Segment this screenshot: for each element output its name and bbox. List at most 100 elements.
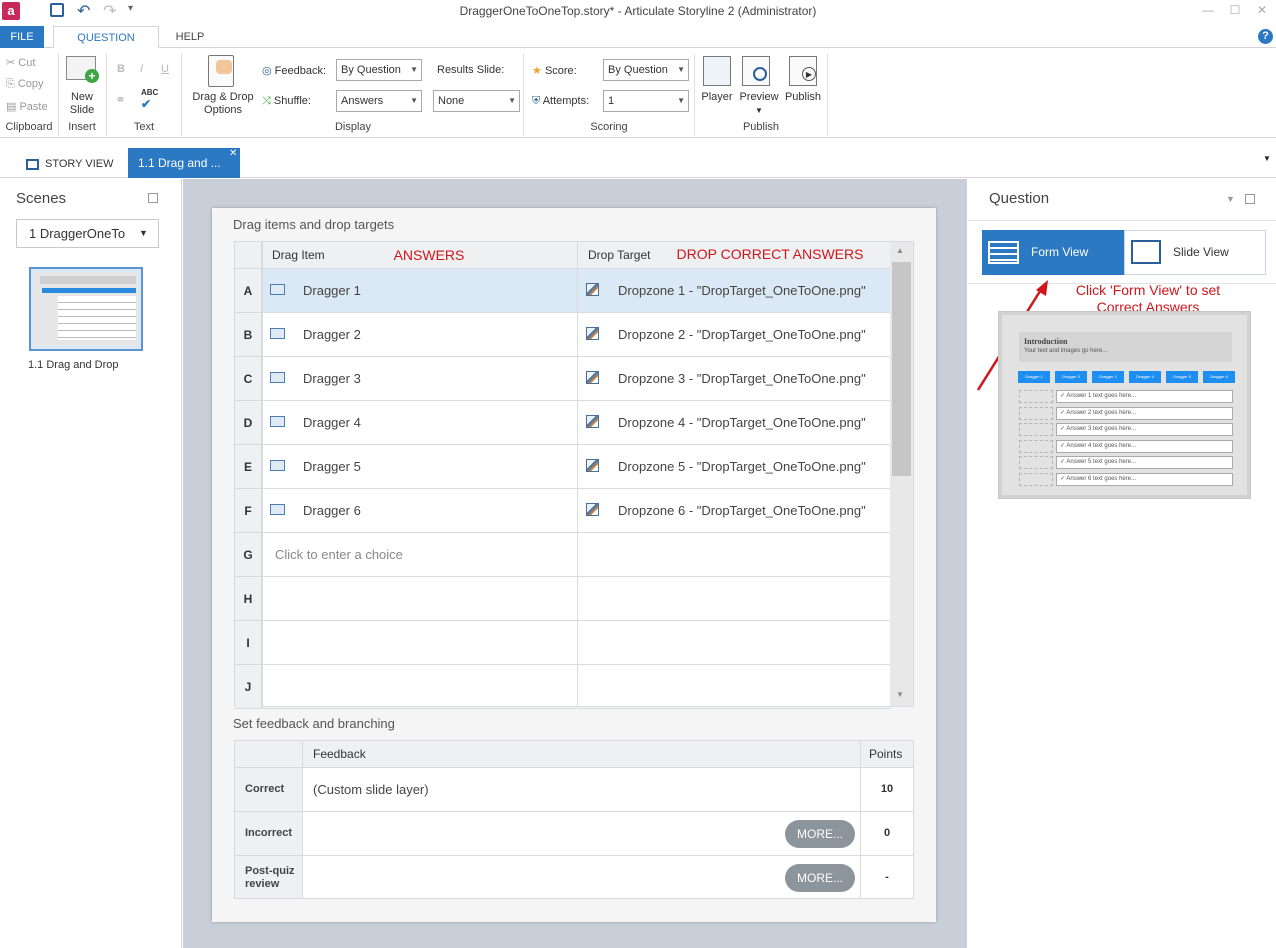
image-icon [586,459,599,472]
preview-icon[interactable] [742,56,770,86]
shuffle-select[interactable]: Answers ▼ [336,90,422,112]
drag-item-cell[interactable]: Dragger 4 [263,401,577,445]
drag-item-text: Dragger 1 [303,283,361,298]
scroll-down-icon[interactable]: ▼ [896,690,904,699]
feedback-select[interactable]: By Question ▼ [336,59,422,81]
drag-item-text: Dragger 3 [303,371,361,386]
annotation-line-1: Click 'Form View' to set [1075,282,1221,298]
player-icon[interactable] [703,56,731,86]
tab-story-view[interactable]: STORY VIEW [16,151,120,178]
scene-select[interactable]: 1 DraggerOneTo ▼ [16,219,159,248]
underline-button[interactable]: U [161,63,169,75]
drag-item-placeholder: Click to enter a choice [275,547,403,562]
drag-drop-options-icon[interactable] [208,55,234,87]
score-select[interactable]: By Question ▼ [603,59,689,81]
drop-target-cell[interactable] [578,577,891,621]
attempts-select[interactable]: 1 ▼ [603,90,689,112]
drop-target-cell[interactable]: Dropzone 6 - "DropTarget_OneToOne.png" [578,489,891,533]
preview-dragger: Dragger 6 [1203,371,1235,383]
scroll-thumb[interactable] [892,262,911,476]
feedback-cell[interactable]: (Custom slide layer) [313,782,429,797]
drag-item-cell[interactable]: Click to enter a choice [263,533,577,577]
drag-drop-options-button[interactable]: Drag & Drop Options [187,91,259,117]
drop-target-cell[interactable] [578,621,891,665]
new-slide-icon[interactable]: + [66,56,99,83]
preview-dragger: Dragger 1 [1018,371,1050,383]
help-icon[interactable]: ? [1258,29,1273,44]
drop-target-cell[interactable] [578,533,891,577]
drop-target-cell[interactable]: Dropzone 3 - "DropTarget_OneToOne.png" [578,357,891,401]
drag-item-cell[interactable]: Dragger 5 [263,445,577,489]
preview-answer-text: Answer 2 text goes here... [1066,409,1137,416]
drop-target-cell[interactable] [578,665,891,709]
player-button[interactable]: Player [698,91,736,104]
scroll-up-icon[interactable]: ▲ [896,246,904,255]
form-view-button[interactable]: Form View [982,230,1124,275]
drag-item-cell[interactable] [263,621,577,665]
drop-target-cell[interactable]: Dropzone 2 - "DropTarget_OneToOne.png" [578,313,891,357]
group-scoring-label: Scoring [590,121,628,133]
table-scrollbar[interactable]: ▲ ▼ [890,242,913,706]
drop-target-cell[interactable]: Dropzone 1 - "DropTarget_OneToOne.png" [578,269,891,313]
tab-help[interactable]: HELP [170,26,210,48]
group-publish-label: Publish [742,121,780,133]
italic-button[interactable]: I [140,63,143,75]
spell-label: ABC [141,88,159,97]
bold-button[interactable]: B [117,63,125,75]
feedback-label: ◎ Feedback: [262,65,327,77]
tab-question[interactable]: QUESTION [53,26,159,48]
drop-target-cell[interactable]: Dropzone 5 - "DropTarget_OneToOne.png" [578,445,891,489]
publish-icon[interactable]: ▶ [789,56,817,86]
new-slide-button[interactable]: New Slide [62,91,102,117]
drag-object-icon [270,328,285,339]
points-value[interactable]: 10 [861,783,913,795]
panel-menu-icon[interactable]: ▼ [1226,194,1235,204]
paste-button[interactable]: ▤ Paste [6,100,48,113]
preview-answer-text: Answer 1 text goes here... [1066,393,1137,399]
drag-item-cell[interactable]: Dragger 2 [263,313,577,357]
restore-panel-icon[interactable] [1245,194,1255,204]
drop-target-cell[interactable]: Dropzone 4 - "DropTarget_OneToOne.png" [578,401,891,445]
slide-view-button[interactable]: Slide View [1124,230,1266,275]
publish-button[interactable]: Publish [782,91,824,104]
drag-object-icon [270,416,285,427]
drop-target-text: Dropzone 4 - "DropTarget_OneToOne.png" [618,415,866,430]
drag-item-cell[interactable]: Dragger 1 [263,269,577,313]
drop-answers-annotation: DROP CORRECT ANSWERS [676,246,864,262]
more-button[interactable]: MORE... [785,864,855,892]
preview-slide: Introduction Your text and images go her… [1002,315,1247,495]
results-slide-select[interactable]: None ▼ [433,90,520,112]
slide-preview: Introduction Your text and images go her… [998,311,1251,499]
drop-target-text: Dropzone 2 - "DropTarget_OneToOne.png" [618,327,866,342]
drag-item-cell[interactable]: Dragger 3 [263,357,577,401]
preview-drop-zone [1019,439,1053,453]
drag-item-cell[interactable] [263,665,577,709]
row-label: H [235,577,262,621]
drag-item-cell[interactable]: Dragger 6 [263,489,577,533]
tab-file[interactable]: FILE [0,26,44,48]
row-label: F [235,489,262,533]
copy-button[interactable]: ⎘ Copy [6,78,44,91]
maximize-icon[interactable]: ☐ [1225,3,1245,19]
slide-thumbnail[interactable] [29,267,143,351]
more-button[interactable]: MORE... [785,820,855,848]
tabs-overflow-icon[interactable]: ▼ [1263,154,1271,163]
tab-slide[interactable]: 1.1 Drag and ... ✕ [128,148,240,178]
cut-button[interactable]: ✂ Cut [6,56,35,69]
preview-dragger: Dragger 3 [1055,371,1087,383]
preview-dragger: Dragger 5 [1166,371,1198,383]
drag-object-icon [270,504,285,515]
minimize-icon[interactable]: — [1198,3,1218,19]
slide-view-icon [1131,240,1161,264]
points-value[interactable]: 0 [861,827,913,839]
restore-panel-icon[interactable] [148,193,158,203]
drag-item-cell[interactable] [263,577,577,621]
close-tab-icon[interactable]: ✕ [229,139,237,169]
preview-answer: ✓ Answer 4 text goes here... [1056,439,1233,453]
preview-button[interactable]: Preview ▼ [737,91,781,117]
close-icon[interactable]: ✕ [1252,3,1272,19]
link-icon[interactable]: ⚭ [115,92,126,108]
spell-check-button[interactable]: ABC ✔ [141,88,158,111]
points-value[interactable]: - [861,871,913,883]
chevron-down-icon: ▼ [410,96,418,105]
